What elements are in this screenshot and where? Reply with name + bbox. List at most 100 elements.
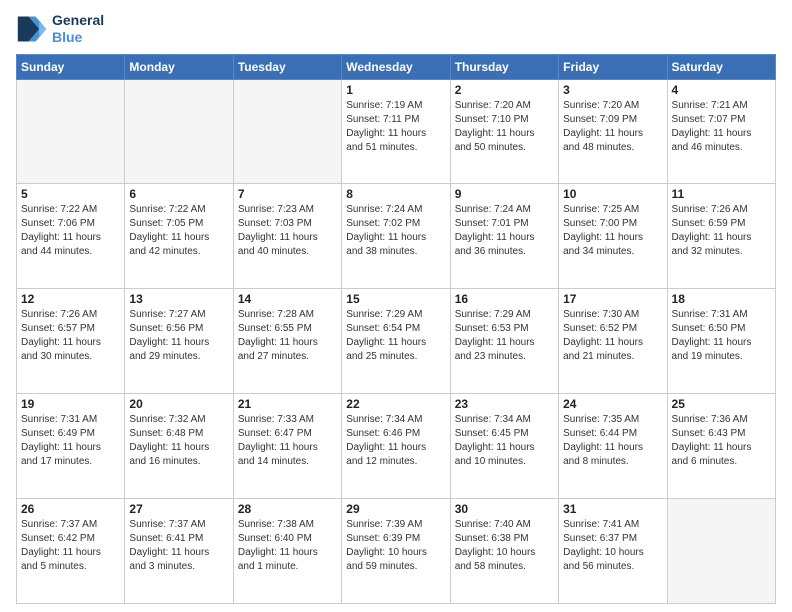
calendar-cell (233, 79, 341, 184)
day-number: 22 (346, 397, 445, 411)
day-number: 4 (672, 83, 771, 97)
cell-info: Sunrise: 7:33 AM Sunset: 6:47 PM Dayligh… (238, 413, 337, 469)
cell-info: Sunrise: 7:25 AM Sunset: 7:00 PM Dayligh… (563, 203, 662, 259)
calendar-week-4: 26Sunrise: 7:37 AM Sunset: 6:42 PM Dayli… (17, 499, 776, 604)
calendar-cell: 6 Sunrise: 7:22 AM Sunset: 7:05 PM Daylig… (125, 184, 233, 289)
day-number: 20 (129, 397, 228, 411)
cell-info: Sunrise: 7:39 AM Sunset: 6:39 PM Dayligh… (346, 518, 445, 574)
logo: General Blue (16, 12, 104, 46)
cell-info: Sunrise: 7:26 AM Sunset: 6:59 PM Dayligh… (672, 203, 771, 259)
day-number: 2 (455, 83, 554, 97)
page: General Blue SundayMondayTuesdayWednesda… (0, 0, 792, 612)
calendar-cell: 29 Sunrise: 7:39 AM Sunset: 6:39 PM Dayli… (342, 499, 450, 604)
day-number: 12 (21, 292, 120, 306)
cell-info: Sunrise: 7:19 AM Sunset: 7:11 PM Dayligh… (346, 99, 445, 155)
cell-info: Sunrise: 7:20 AM Sunset: 7:09 PM Dayligh… (563, 99, 662, 155)
calendar-cell: 13Sunrise: 7:27 AM Sunset: 6:56 PM Dayli… (125, 289, 233, 394)
calendar-cell: 16 Sunrise: 7:29 AM Sunset: 6:53 PM Dayli… (450, 289, 558, 394)
day-number: 21 (238, 397, 337, 411)
day-number: 18 (672, 292, 771, 306)
cell-info: Sunrise: 7:21 AM Sunset: 7:07 PM Dayligh… (672, 99, 771, 155)
calendar-cell: 1Sunrise: 7:19 AM Sunset: 7:11 PM Daylig… (342, 79, 450, 184)
cell-info: Sunrise: 7:30 AM Sunset: 6:52 PM Dayligh… (563, 308, 662, 364)
day-number: 7 (238, 187, 337, 201)
day-number: 14 (238, 292, 337, 306)
calendar-cell: 2 Sunrise: 7:20 AM Sunset: 7:10 PM Daylig… (450, 79, 558, 184)
day-number: 17 (563, 292, 662, 306)
cell-info: Sunrise: 7:26 AM Sunset: 6:57 PM Dayligh… (21, 308, 120, 364)
day-number: 11 (672, 187, 771, 201)
calendar-cell: 30Sunrise: 7:40 AM Sunset: 6:38 PM Dayli… (450, 499, 558, 604)
calendar-cell: 10 Sunrise: 7:25 AM Sunset: 7:00 PM Dayli… (559, 184, 667, 289)
calendar-week-3: 19 Sunrise: 7:31 AM Sunset: 6:49 PM Dayli… (17, 394, 776, 499)
calendar-cell: 15 Sunrise: 7:29 AM Sunset: 6:54 PM Dayli… (342, 289, 450, 394)
cell-info: Sunrise: 7:31 AM Sunset: 6:50 PM Dayligh… (672, 308, 771, 364)
calendar-cell: 9 Sunrise: 7:24 AM Sunset: 7:01 PM Daylig… (450, 184, 558, 289)
logo-icon (16, 13, 48, 45)
day-number: 24 (563, 397, 662, 411)
day-header-saturday: Saturday (667, 54, 775, 79)
calendar-cell: 4 Sunrise: 7:21 AM Sunset: 7:07 PM Daylig… (667, 79, 775, 184)
cell-info: Sunrise: 7:24 AM Sunset: 7:02 PM Dayligh… (346, 203, 445, 259)
day-number: 16 (455, 292, 554, 306)
cell-info: Sunrise: 7:22 AM Sunset: 7:05 PM Dayligh… (129, 203, 228, 259)
cell-info: Sunrise: 7:35 AM Sunset: 6:44 PM Dayligh… (563, 413, 662, 469)
day-number: 25 (672, 397, 771, 411)
calendar-cell: 24 Sunrise: 7:35 AM Sunset: 6:44 PM Dayli… (559, 394, 667, 499)
calendar-header-row: SundayMondayTuesdayWednesdayThursdayFrid… (17, 54, 776, 79)
calendar-table: SundayMondayTuesdayWednesdayThursdayFrid… (16, 54, 776, 604)
cell-info: Sunrise: 7:36 AM Sunset: 6:43 PM Dayligh… (672, 413, 771, 469)
cell-info: Sunrise: 7:32 AM Sunset: 6:48 PM Dayligh… (129, 413, 228, 469)
calendar-cell: 26Sunrise: 7:37 AM Sunset: 6:42 PM Dayli… (17, 499, 125, 604)
cell-info: Sunrise: 7:24 AM Sunset: 7:01 PM Dayligh… (455, 203, 554, 259)
day-number: 3 (563, 83, 662, 97)
calendar-week-2: 12 Sunrise: 7:26 AM Sunset: 6:57 PM Dayli… (17, 289, 776, 394)
day-number: 13 (129, 292, 228, 306)
cell-info: Sunrise: 7:22 AM Sunset: 7:06 PM Dayligh… (21, 203, 120, 259)
calendar-cell (125, 79, 233, 184)
calendar-cell (17, 79, 125, 184)
calendar-cell: 20 Sunrise: 7:32 AM Sunset: 6:48 PM Dayli… (125, 394, 233, 499)
cell-info: Sunrise: 7:23 AM Sunset: 7:03 PM Dayligh… (238, 203, 337, 259)
cell-info: Sunrise: 7:37 AM Sunset: 6:41 PM Dayligh… (129, 518, 228, 574)
cell-info: Sunrise: 7:37 AM Sunset: 6:42 PM Dayligh… (21, 518, 120, 574)
day-number: 15 (346, 292, 445, 306)
day-number: 6 (129, 187, 228, 201)
day-number: 8 (346, 187, 445, 201)
cell-info: Sunrise: 7:38 AM Sunset: 6:40 PM Dayligh… (238, 518, 337, 574)
day-number: 9 (455, 187, 554, 201)
calendar-week-0: 1Sunrise: 7:19 AM Sunset: 7:11 PM Daylig… (17, 79, 776, 184)
calendar-cell: 3 Sunrise: 7:20 AM Sunset: 7:09 PM Daylig… (559, 79, 667, 184)
day-number: 28 (238, 502, 337, 516)
day-header-wednesday: Wednesday (342, 54, 450, 79)
day-number: 5 (21, 187, 120, 201)
day-header-tuesday: Tuesday (233, 54, 341, 79)
cell-info: Sunrise: 7:20 AM Sunset: 7:10 PM Dayligh… (455, 99, 554, 155)
day-number: 23 (455, 397, 554, 411)
day-header-friday: Friday (559, 54, 667, 79)
calendar-cell: 5 Sunrise: 7:22 AM Sunset: 7:06 PM Daylig… (17, 184, 125, 289)
cell-info: Sunrise: 7:29 AM Sunset: 6:53 PM Dayligh… (455, 308, 554, 364)
calendar-cell: 7 Sunrise: 7:23 AM Sunset: 7:03 PM Daylig… (233, 184, 341, 289)
calendar-cell: 17 Sunrise: 7:30 AM Sunset: 6:52 PM Dayli… (559, 289, 667, 394)
day-header-thursday: Thursday (450, 54, 558, 79)
day-number: 30 (455, 502, 554, 516)
cell-info: Sunrise: 7:34 AM Sunset: 6:46 PM Dayligh… (346, 413, 445, 469)
calendar-cell: 25 Sunrise: 7:36 AM Sunset: 6:43 PM Dayli… (667, 394, 775, 499)
cell-info: Sunrise: 7:41 AM Sunset: 6:37 PM Dayligh… (563, 518, 662, 574)
calendar-cell: 21 Sunrise: 7:33 AM Sunset: 6:47 PM Dayli… (233, 394, 341, 499)
calendar-cell: 12 Sunrise: 7:26 AM Sunset: 6:57 PM Dayli… (17, 289, 125, 394)
day-header-monday: Monday (125, 54, 233, 79)
calendar-cell: 19 Sunrise: 7:31 AM Sunset: 6:49 PM Dayli… (17, 394, 125, 499)
calendar-cell: 28 Sunrise: 7:38 AM Sunset: 6:40 PM Dayli… (233, 499, 341, 604)
day-number: 10 (563, 187, 662, 201)
cell-info: Sunrise: 7:31 AM Sunset: 6:49 PM Dayligh… (21, 413, 120, 469)
calendar-cell (667, 499, 775, 604)
calendar-cell: 8 Sunrise: 7:24 AM Sunset: 7:02 PM Daylig… (342, 184, 450, 289)
day-number: 29 (346, 502, 445, 516)
logo-text: General Blue (52, 12, 104, 46)
calendar-cell: 31Sunrise: 7:41 AM Sunset: 6:37 PM Dayli… (559, 499, 667, 604)
cell-info: Sunrise: 7:29 AM Sunset: 6:54 PM Dayligh… (346, 308, 445, 364)
calendar-cell: 18 Sunrise: 7:31 AM Sunset: 6:50 PM Dayli… (667, 289, 775, 394)
day-number: 19 (21, 397, 120, 411)
